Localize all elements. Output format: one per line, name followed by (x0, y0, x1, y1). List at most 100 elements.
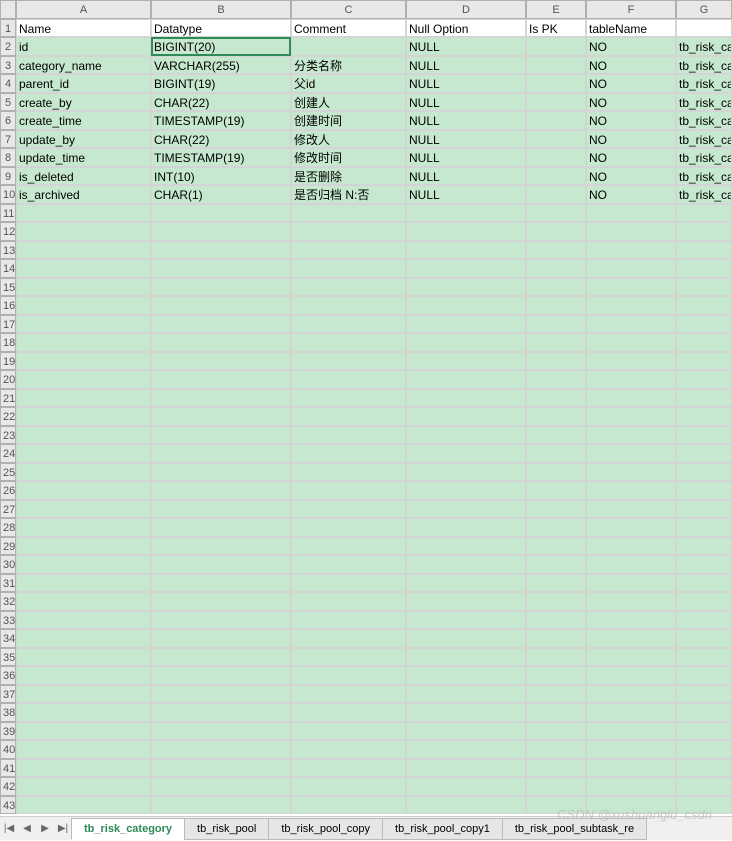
empty-cell[interactable] (151, 537, 291, 556)
empty-cell[interactable] (676, 333, 732, 352)
empty-cell[interactable] (291, 703, 406, 722)
empty-cell[interactable] (151, 352, 291, 371)
empty-cell[interactable] (586, 463, 676, 482)
data-cell[interactable]: tb_risk_category (676, 130, 732, 149)
empty-cell[interactable] (526, 426, 586, 445)
empty-cell[interactable] (526, 685, 586, 704)
empty-cell[interactable] (406, 685, 526, 704)
empty-cell[interactable] (676, 481, 732, 500)
data-cell[interactable]: NULL (406, 148, 526, 167)
data-cell[interactable]: tb_risk_category (676, 167, 732, 186)
empty-cell[interactable] (526, 407, 586, 426)
data-cell[interactable]: is_archived (16, 185, 151, 204)
empty-cell[interactable] (406, 648, 526, 667)
empty-cell[interactable] (16, 278, 151, 297)
empty-cell[interactable] (406, 592, 526, 611)
sheet-tab[interactable]: tb_risk_pool_copy1 (382, 818, 503, 840)
empty-cell[interactable] (406, 796, 526, 815)
empty-cell[interactable] (291, 759, 406, 778)
row-header[interactable]: 37 (0, 685, 16, 704)
empty-cell[interactable] (676, 241, 732, 260)
empty-cell[interactable] (151, 555, 291, 574)
empty-cell[interactable] (526, 648, 586, 667)
empty-cell[interactable] (406, 352, 526, 371)
empty-cell[interactable] (151, 740, 291, 759)
empty-cell[interactable] (151, 204, 291, 223)
empty-cell[interactable] (676, 463, 732, 482)
empty-cell[interactable] (291, 648, 406, 667)
empty-cell[interactable] (406, 241, 526, 260)
empty-cell[interactable] (676, 389, 732, 408)
empty-cell[interactable] (526, 611, 586, 630)
data-cell[interactable]: 修改时间 (291, 148, 406, 167)
empty-cell[interactable] (676, 537, 732, 556)
empty-cell[interactable] (406, 759, 526, 778)
empty-cell[interactable] (526, 259, 586, 278)
column-header[interactable]: E (526, 0, 586, 19)
empty-cell[interactable] (586, 722, 676, 741)
empty-cell[interactable] (291, 426, 406, 445)
empty-cell[interactable] (526, 315, 586, 334)
row-header[interactable]: 7 (0, 130, 16, 149)
empty-cell[interactable] (586, 537, 676, 556)
empty-cell[interactable] (151, 389, 291, 408)
row-header[interactable]: 3 (0, 56, 16, 75)
empty-cell[interactable] (586, 389, 676, 408)
row-header[interactable]: 21 (0, 389, 16, 408)
empty-cell[interactable] (586, 518, 676, 537)
empty-cell[interactable] (291, 278, 406, 297)
empty-cell[interactable] (406, 481, 526, 500)
empty-cell[interactable] (676, 796, 732, 815)
empty-cell[interactable] (586, 777, 676, 796)
empty-cell[interactable] (291, 611, 406, 630)
empty-cell[interactable] (151, 518, 291, 537)
data-cell[interactable]: NO (586, 167, 676, 186)
empty-cell[interactable] (526, 222, 586, 241)
data-cell[interactable]: NO (586, 185, 676, 204)
empty-cell[interactable] (586, 796, 676, 815)
empty-cell[interactable] (151, 500, 291, 519)
corner-cell[interactable] (0, 0, 16, 19)
empty-cell[interactable] (526, 759, 586, 778)
row-header[interactable]: 5 (0, 93, 16, 112)
empty-cell[interactable] (291, 685, 406, 704)
empty-cell[interactable] (151, 315, 291, 334)
empty-cell[interactable] (406, 204, 526, 223)
empty-cell[interactable] (291, 296, 406, 315)
empty-cell[interactable] (526, 500, 586, 519)
header-cell[interactable]: Datatype (151, 19, 291, 38)
empty-cell[interactable] (676, 315, 732, 334)
data-cell[interactable] (291, 37, 406, 56)
row-header[interactable]: 25 (0, 463, 16, 482)
data-cell[interactable]: CHAR(22) (151, 130, 291, 149)
row-header[interactable]: 18 (0, 333, 16, 352)
row-header[interactable]: 34 (0, 629, 16, 648)
empty-cell[interactable] (151, 481, 291, 500)
data-cell[interactable] (526, 56, 586, 75)
row-header[interactable]: 2 (0, 37, 16, 56)
empty-cell[interactable] (291, 518, 406, 537)
empty-cell[interactable] (676, 722, 732, 741)
data-cell[interactable]: id (16, 37, 151, 56)
empty-cell[interactable] (676, 278, 732, 297)
empty-cell[interactable] (586, 574, 676, 593)
empty-cell[interactable] (16, 444, 151, 463)
empty-cell[interactable] (526, 537, 586, 556)
empty-cell[interactable] (676, 703, 732, 722)
empty-cell[interactable] (526, 204, 586, 223)
empty-cell[interactable] (586, 648, 676, 667)
empty-cell[interactable] (526, 241, 586, 260)
row-header[interactable]: 24 (0, 444, 16, 463)
empty-cell[interactable] (526, 703, 586, 722)
empty-cell[interactable] (526, 592, 586, 611)
empty-cell[interactable] (291, 333, 406, 352)
header-cell[interactable]: Null Option (406, 19, 526, 38)
row-header[interactable]: 33 (0, 611, 16, 630)
row-header[interactable]: 42 (0, 777, 16, 796)
row-header[interactable]: 19 (0, 352, 16, 371)
column-header[interactable]: D (406, 0, 526, 19)
empty-cell[interactable] (16, 796, 151, 815)
empty-cell[interactable] (676, 204, 732, 223)
data-cell[interactable] (526, 111, 586, 130)
data-cell[interactable]: tb_risk_category (676, 93, 732, 112)
